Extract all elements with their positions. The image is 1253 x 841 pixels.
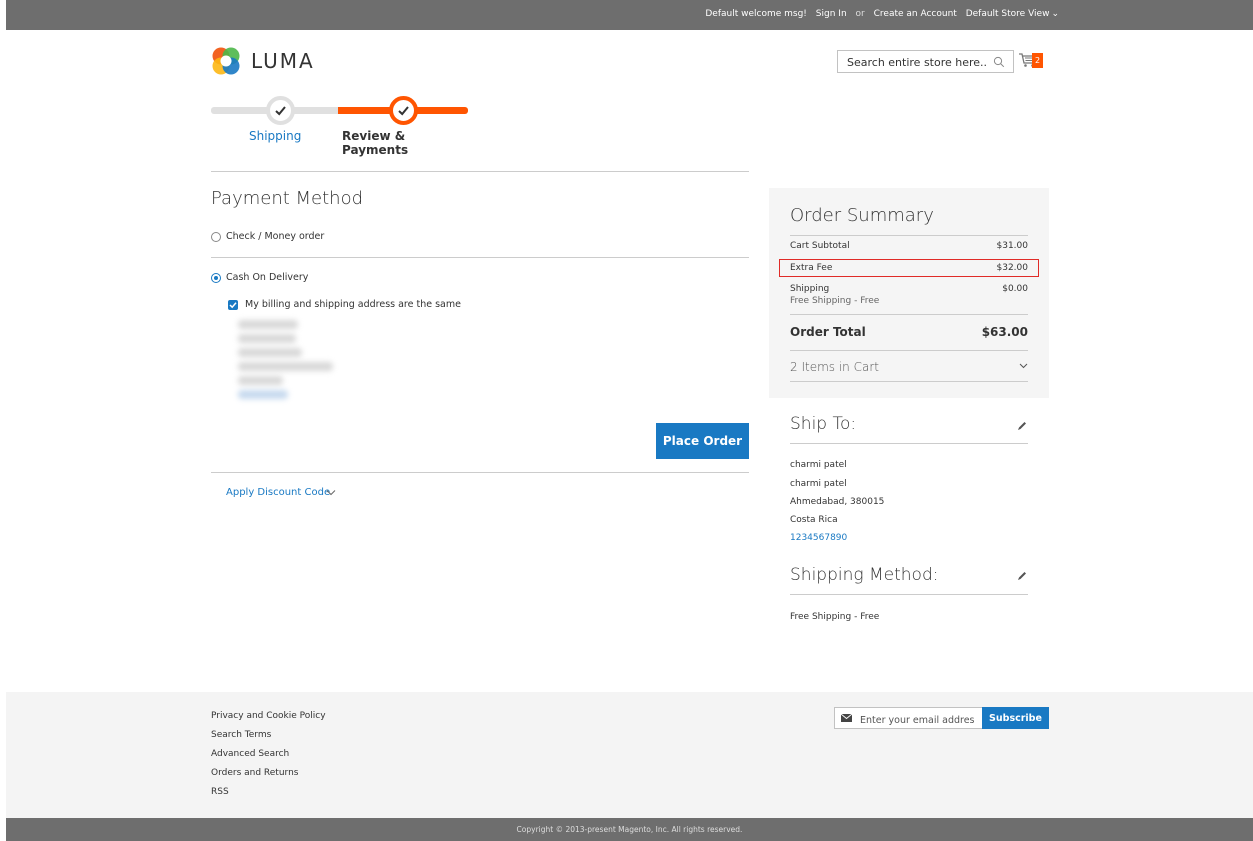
welcome-message: Default welcome msg!: [705, 9, 807, 19]
summary-row-subtotal: Cart Subtotal $31.00: [790, 241, 1028, 251]
search-icon[interactable]: [993, 56, 1005, 68]
divider: [790, 314, 1028, 315]
create-account-link[interactable]: Create an Account: [874, 9, 957, 19]
divider: [790, 381, 1028, 382]
same-address-label[interactable]: My billing and shipping address are the …: [245, 299, 461, 310]
summary-row-label: Shipping: [790, 284, 830, 294]
phone-link[interactable]: 1234567890: [790, 533, 847, 543]
address-line: charmi patel: [790, 460, 847, 470]
cash-on-delivery-label[interactable]: Cash On Delivery: [226, 272, 308, 283]
summary-row-extra-fee: Extra Fee $32.00: [790, 263, 1028, 273]
payment-method-title: Payment Method: [211, 188, 364, 209]
divider: [211, 257, 749, 258]
check-money-order-radio[interactable]: [211, 232, 221, 242]
store-view-label: Default Store View: [965, 9, 1050, 19]
apply-discount-link[interactable]: Apply Discount Code: [226, 487, 330, 498]
order-summary-title: Order Summary: [790, 205, 934, 226]
copyright-bar: Copyright © 2013-present Magento, Inc. A…: [6, 818, 1253, 841]
divider: [790, 443, 1028, 444]
footer-link-orders-returns[interactable]: Orders and Returns: [211, 764, 326, 783]
newsletter-email-input[interactable]: [835, 710, 975, 731]
top-links: Default welcome msg! Sign In or Create a…: [699, 9, 1059, 19]
billing-address-blurred: [238, 318, 348, 413]
footer: Privacy and Cookie Policy Search Terms A…: [6, 692, 1253, 818]
newsletter-box: [834, 707, 1006, 731]
order-total-value: $63.00: [981, 325, 1028, 339]
divider: [790, 235, 1028, 236]
order-total-label: Order Total: [790, 325, 866, 339]
shipping-method-value: Free Shipping - Free: [790, 612, 880, 622]
footer-link-search-terms[interactable]: Search Terms: [211, 726, 326, 745]
copyright-text: Copyright © 2013-present Magento, Inc. A…: [516, 825, 743, 834]
footer-link-advanced-search[interactable]: Advanced Search: [211, 745, 326, 764]
search-box: [837, 50, 1014, 73]
edit-pencil-icon[interactable]: [1017, 421, 1027, 431]
summary-row-label: Extra Fee: [790, 263, 833, 273]
step-review-label: Review & Payments: [342, 129, 409, 157]
or-text: or: [855, 9, 865, 19]
same-address-checkbox[interactable]: [228, 300, 238, 310]
divider: [211, 171, 749, 172]
summary-row-value: $31.00: [996, 241, 1029, 251]
ship-to-title: Ship To:: [790, 414, 857, 434]
edit-pencil-icon[interactable]: [1017, 571, 1027, 581]
top-bar: Default welcome msg! Sign In or Create a…: [6, 0, 1253, 30]
store-view-switcher[interactable]: Default Store View ⌄: [966, 9, 1059, 19]
shipping-method-title: Shipping Method:: [790, 565, 939, 585]
cart-count-badge[interactable]: 2: [1032, 53, 1044, 68]
summary-row-value: $0.00: [1002, 284, 1028, 294]
footer-links: Privacy and Cookie Policy Search Terms A…: [211, 707, 326, 802]
summary-row-shipping: Shipping Free Shipping - Free $0.00: [790, 284, 1028, 306]
divider: [790, 350, 1028, 351]
summary-row-sublabel: Free Shipping - Free: [790, 296, 880, 306]
place-order-button[interactable]: Place Order: [656, 423, 749, 459]
checkmark-icon: [229, 302, 237, 309]
step-review-marker: [389, 96, 418, 125]
summary-row-label: Cart Subtotal: [790, 241, 850, 251]
footer-link-privacy[interactable]: Privacy and Cookie Policy: [211, 707, 326, 726]
chevron-down-icon: ⌄: [1051, 9, 1059, 19]
items-in-cart-toggle[interactable]: 2 Items in Cart: [790, 360, 879, 374]
address-line: charmi patel: [790, 479, 847, 489]
step-shipping-label[interactable]: Shipping: [249, 129, 301, 143]
search-input[interactable]: [838, 52, 988, 73]
chevron-down-icon[interactable]: [326, 489, 336, 496]
footer-link-rss[interactable]: RSS: [211, 783, 326, 802]
sign-in-link[interactable]: Sign In: [816, 9, 847, 19]
divider: [211, 472, 749, 473]
luma-logo-icon: [212, 47, 240, 75]
chevron-down-icon[interactable]: [1019, 363, 1028, 369]
checkout-progress: Shipping Review & Payments: [211, 96, 471, 157]
address-line: Ahmedabad, 380015: [790, 497, 885, 507]
envelope-icon: [841, 714, 852, 722]
checkmark-icon: [275, 106, 286, 116]
page: Default welcome msg! Sign In or Create a…: [6, 0, 1253, 841]
logo-text: LUMA: [251, 49, 315, 73]
checkmark-icon: [398, 106, 409, 116]
address-line: Costa Rica: [790, 515, 838, 525]
subscribe-button[interactable]: Subscribe: [982, 707, 1049, 729]
logo[interactable]: LUMA: [211, 46, 315, 76]
divider: [790, 594, 1028, 595]
order-summary: Order Summary Cart Subtotal $31.00 Extra…: [769, 188, 1049, 398]
cash-on-delivery-radio[interactable]: [211, 273, 221, 283]
check-money-order-label[interactable]: Check / Money order: [226, 231, 324, 242]
step-shipping-marker[interactable]: [266, 96, 295, 125]
summary-row-value: $32.00: [996, 263, 1029, 273]
